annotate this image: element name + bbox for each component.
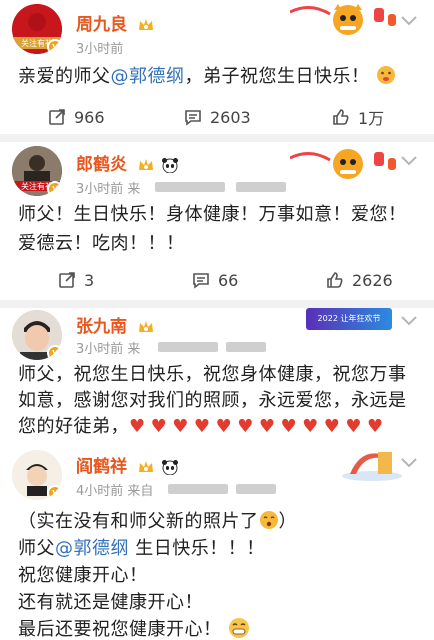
crown-icon	[138, 19, 153, 30]
comment-icon	[193, 273, 209, 289]
blurred-source	[236, 484, 276, 494]
post-meta: 4小时前 来自	[76, 484, 154, 499]
crown-icon	[138, 321, 153, 332]
action-bar: 966 2603 1万	[0, 102, 434, 132]
mention-link[interactable]: @郭德纲	[55, 538, 129, 559]
like-button[interactable]: 2626	[326, 265, 393, 295]
post-card-3: v 张九南 3小时前 来 2022 让年狂欢节 师父，祝您生日快乐，祝您身体健康…	[0, 308, 434, 444]
repost-button[interactable]: 3	[58, 265, 94, 295]
tiger-decoration-icon	[290, 149, 396, 179]
like-icon	[333, 109, 349, 125]
post-meta: 3小时前	[76, 42, 124, 57]
post-text: 师父！生日快乐！身体健康！万事如意！爱您！爱德云！吃肉！！！	[18, 204, 407, 254]
user-name[interactable]: 周九良	[76, 10, 155, 35]
avatar[interactable]: 关注有礼 v	[12, 4, 62, 54]
repost-button[interactable]: 966	[48, 102, 105, 132]
text-line: （实在没有和师父新的照片了）	[18, 511, 297, 532]
like-icon	[327, 272, 343, 288]
panda-icon	[161, 460, 178, 476]
verified-badge-icon: v	[47, 485, 62, 500]
text-line: 最后还要祝您健康开心！	[18, 616, 420, 640]
text-line: 还有就还是健康开心！	[18, 592, 203, 613]
chevron-down-icon[interactable]	[400, 456, 418, 468]
chevron-down-icon[interactable]	[400, 314, 418, 326]
text-line: 祝您健康开心！	[18, 565, 148, 586]
user-name-text: 郎鹤炎	[76, 155, 127, 175]
user-name-text: 张九南	[76, 317, 127, 337]
avatar[interactable]: 关注有礼 v	[12, 146, 62, 196]
avatar[interactable]: v	[12, 310, 62, 360]
hearts-emoji: ♥ ♥ ♥ ♥ ♥ ♥ ♥ ♥ ♥ ♥ ♥ ♥	[129, 416, 384, 437]
mention-link[interactable]: @郭德纲	[111, 66, 185, 87]
blurred-source	[158, 342, 218, 352]
grin-emoji-icon	[228, 618, 249, 638]
post-card-4: v 阎鹤祥 4小时前 来自 （实在没有和师父新的照片了） 师父@郭德纲 生日快乐…	[0, 444, 434, 640]
post-meta: 3小时前 来	[76, 182, 141, 197]
chevron-down-icon[interactable]	[400, 14, 418, 26]
verified-badge-icon: v	[47, 345, 62, 360]
user-name[interactable]: 张九南	[76, 312, 155, 337]
post-text: （实在没有和师父新的照片了） 师父@郭德纲 生日快乐！！！ 祝您健康开心！ 还有…	[18, 508, 420, 640]
text-line: 师父@郭德纲 生日快乐！！！	[18, 538, 265, 559]
user-name-text: 周九良	[76, 15, 127, 35]
post-card-1: 关注有礼 v 周九良 3小时前 亲爱的师父@郭德纲，弟子祝您生日快乐！ 966 …	[0, 0, 434, 134]
repost-icon	[59, 272, 75, 288]
emoji-icon	[376, 66, 395, 84]
crown-icon	[138, 461, 153, 472]
tiger-decoration-icon	[290, 4, 396, 35]
emoji-icon	[259, 511, 278, 529]
post-text: 师父，祝您生日快乐，祝您身体健康，祝您万事如意，感谢您对我们的照顾，永远爱您，永…	[18, 364, 407, 437]
panda-icon	[161, 158, 178, 174]
verified-badge-icon: v	[47, 181, 62, 196]
blurred-source	[155, 182, 225, 192]
comment-icon	[185, 110, 201, 126]
blurred-source	[168, 484, 228, 494]
post-card-2: 关注有礼 v 郎鹤炎 3小时前 来 师父！生日快乐！身体健康！万事如意！爱您！爱…	[0, 142, 434, 300]
festival-banner: 2022 让年狂欢节	[306, 308, 392, 330]
blurred-source	[226, 342, 266, 352]
post-text: 亲爱的师父@郭德纲，弟子祝您生日快乐！	[18, 62, 420, 92]
user-name[interactable]: 阎鹤祥	[76, 452, 179, 477]
chevron-down-icon[interactable]	[400, 154, 418, 166]
user-name-text: 阎鹤祥	[76, 457, 127, 477]
post-meta: 3小时前 来	[76, 342, 141, 357]
repost-icon	[49, 109, 65, 125]
slide-decoration-icon	[342, 452, 402, 481]
action-bar: 3 66 2626	[0, 265, 434, 295]
like-button[interactable]: 1万	[332, 102, 384, 132]
comment-button[interactable]: 2603	[184, 102, 251, 132]
divider	[0, 134, 434, 142]
comment-button[interactable]: 66	[192, 265, 238, 295]
user-name[interactable]: 郎鹤炎	[76, 150, 179, 175]
crown-icon	[138, 159, 153, 170]
blurred-source	[236, 182, 286, 192]
avatar[interactable]: v	[12, 450, 62, 500]
verified-badge-icon: v	[47, 39, 62, 54]
divider	[0, 300, 434, 308]
